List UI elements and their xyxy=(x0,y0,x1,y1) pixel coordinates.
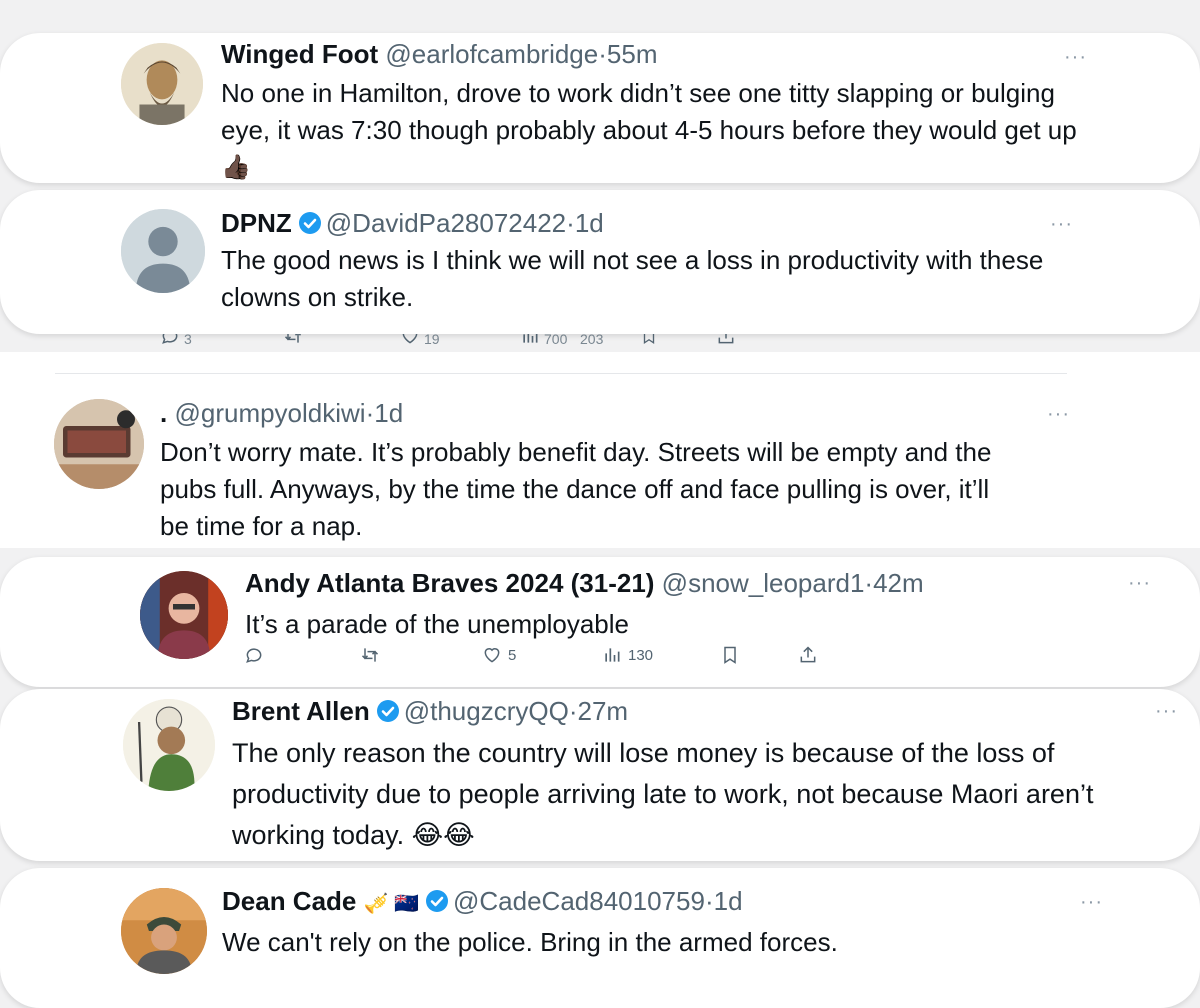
timestamp[interactable]: 55m xyxy=(607,39,658,69)
timestamp[interactable]: 27m xyxy=(578,696,629,726)
retweet-icon[interactable] xyxy=(282,334,304,346)
share-icon[interactable] xyxy=(716,334,736,346)
author-handle[interactable]: @DavidPa28072422 xyxy=(326,208,566,238)
like-count: 5 xyxy=(508,646,517,664)
author-handle[interactable]: @snow_leopard1 xyxy=(662,568,865,598)
view-count: 700 xyxy=(544,334,568,347)
reply-count: 3 xyxy=(184,334,192,347)
views-icon xyxy=(605,648,620,662)
avatar[interactable] xyxy=(121,43,203,125)
separator-dot: · xyxy=(704,886,714,916)
author-name[interactable]: . xyxy=(160,398,167,428)
view-count: 130 xyxy=(628,646,654,664)
tweet-actions-partial: 3 19 700 203 xyxy=(0,334,1200,350)
tweet-text-line: clowns on strike. xyxy=(221,282,414,312)
more-options-icon[interactable]: ··· xyxy=(1155,701,1178,721)
tweet-header: . @grumpyoldkiwi·1d xyxy=(160,398,403,428)
more-options-icon[interactable]: ··· xyxy=(1080,892,1103,912)
tweet-header: Dean Cade 🎺 🇳🇿 @CadeCad84010759·1d xyxy=(222,886,743,919)
reply-button[interactable] xyxy=(244,645,264,665)
bookmark-button[interactable] xyxy=(720,645,740,665)
retweet-icon xyxy=(361,648,379,662)
tweet-text: It’s a parade of the unemployable xyxy=(245,606,629,643)
reply-icon xyxy=(246,648,262,663)
tweet-text-line: No one in Hamilton, drove to work didn’t… xyxy=(221,78,1055,108)
avatar[interactable] xyxy=(123,699,215,791)
tweet-card[interactable]: DPNZ @DavidPa28072422·1d ··· The good new… xyxy=(0,190,1200,334)
share-button[interactable] xyxy=(798,645,818,665)
tweet-text-line: pubs full. Anyways, by the time the danc… xyxy=(160,474,990,504)
avatar[interactable] xyxy=(54,399,144,489)
tweet-card[interactable]: . @grumpyoldkiwi·1d ··· Don’t worry mate… xyxy=(0,352,1200,548)
author-handle[interactable]: @thugzcryQQ xyxy=(404,696,569,726)
author-name[interactable]: DPNZ xyxy=(221,208,292,238)
avatar[interactable] xyxy=(121,209,205,293)
tweet-text-line: The only reason the country will lose mo… xyxy=(232,738,1055,768)
tweet-text-line: It’s a parade of the unemployable xyxy=(245,609,630,639)
like-count: 19 xyxy=(424,334,440,347)
avatar[interactable] xyxy=(121,888,207,974)
reply-icon[interactable] xyxy=(160,334,180,346)
tweet-header: DPNZ @DavidPa28072422·1d xyxy=(221,208,604,238)
retweet-button[interactable] xyxy=(360,645,380,665)
more-options-icon[interactable]: ··· xyxy=(1064,47,1087,67)
author-handle[interactable]: @CadeCad84010759 xyxy=(453,886,705,916)
tweet-text: The good news is I think we will not see… xyxy=(221,242,1043,316)
separator-dot: · xyxy=(566,208,575,238)
tweet-text-line: Don’t worry mate. It’s probably benefit … xyxy=(160,437,992,467)
separator-dot: · xyxy=(598,39,607,69)
verified-badge-icon xyxy=(426,890,448,912)
author-name[interactable]: Andy Atlanta Braves 2024 (31-21) xyxy=(245,568,654,598)
timestamp[interactable]: 42m xyxy=(873,568,924,598)
tweet-header: Winged Foot @earlofcambridge·55m xyxy=(221,39,657,69)
tweet-text: The only reason the country will lose mo… xyxy=(232,733,1093,856)
separator-dot: · xyxy=(568,696,578,726)
share-icon xyxy=(800,646,816,663)
views-icon[interactable] xyxy=(520,334,540,346)
tweet-card[interactable]: Dean Cade 🎺 🇳🇿 @CadeCad84010759·1d ··· We… xyxy=(0,868,1200,1008)
author-handle[interactable]: @grumpyoldkiwi xyxy=(174,398,365,428)
separator-dot: · xyxy=(864,568,874,598)
tweet-header: Brent Allen @thugzcryQQ·27m xyxy=(232,696,628,726)
more-options-icon[interactable]: ··· xyxy=(1128,573,1151,593)
verified-badge-icon xyxy=(298,212,321,234)
tweet-text-line: working today. 😂😂 xyxy=(232,820,475,850)
like-button[interactable]: 5 xyxy=(482,645,516,665)
verified-badge-icon xyxy=(376,700,399,722)
more-options-icon[interactable]: ··· xyxy=(1047,404,1070,424)
bookmark-icon xyxy=(724,646,736,664)
separator-dot: · xyxy=(365,398,375,428)
tweet-text: No one in Hamilton, drove to work didn’t… xyxy=(221,75,1077,183)
tweet-card[interactable]: Winged Foot @earlofcambridge·55m ··· No … xyxy=(0,33,1200,183)
tweet-text-line: productivity due to people arriving late… xyxy=(232,779,1094,809)
avatar[interactable] xyxy=(140,571,228,659)
tweet-text: Don’t worry mate. It’s probably benefit … xyxy=(160,434,991,545)
bookmark-icon[interactable] xyxy=(640,334,658,346)
author-name[interactable]: Winged Foot xyxy=(221,39,378,69)
name-emoji: 🎺 🇳🇿 xyxy=(363,893,419,915)
divider xyxy=(55,373,1067,374)
views-button[interactable]: 130 xyxy=(602,645,653,665)
author-handle[interactable]: @earlofcambridge xyxy=(385,39,598,69)
tweet-card[interactable]: Brent Allen @thugzcryQQ·27m ··· The only … xyxy=(0,689,1200,861)
emoji: 👍🏿 xyxy=(221,154,251,181)
author-name[interactable]: Brent Allen xyxy=(232,696,370,726)
tweet-header: Andy Atlanta Braves 2024 (31-21) @snow_l… xyxy=(245,568,924,598)
like-icon[interactable] xyxy=(400,334,420,346)
timestamp[interactable]: 1d xyxy=(714,886,743,916)
more-options-icon[interactable]: ··· xyxy=(1050,214,1073,234)
view-count-secondary: 203 xyxy=(580,334,604,347)
timestamp[interactable]: 1d xyxy=(575,208,604,238)
tweet-text-line: The good news is I think we will not see… xyxy=(221,245,1044,275)
tweet-text-line: We can't rely on the police. Bring in th… xyxy=(222,927,838,957)
tweet-text-line: eye, it was 7:30 though probably about 4… xyxy=(221,115,1077,145)
tweet-text-line: be time for a nap. xyxy=(160,511,363,541)
tweet-text: We can't rely on the police. Bring in th… xyxy=(222,924,838,961)
tweet-card[interactable]: Andy Atlanta Braves 2024 (31-21) @snow_l… xyxy=(0,557,1200,687)
like-icon xyxy=(484,648,500,663)
author-name[interactable]: Dean Cade xyxy=(222,886,356,916)
timestamp[interactable]: 1d xyxy=(374,398,403,428)
